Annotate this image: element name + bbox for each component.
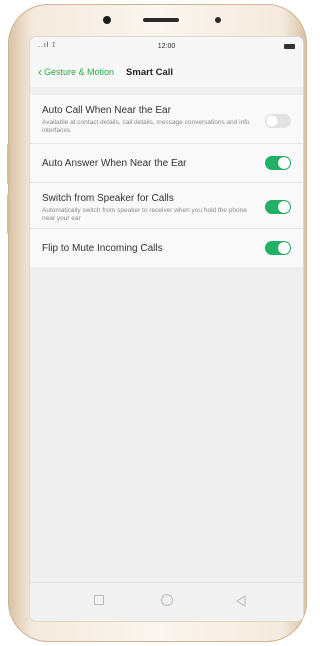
circle-icon[interactable] [161,594,173,606]
setting-auto-call[interactable]: Auto Call When Near the Ear Available at… [30,95,303,144]
setting-title: Switch from Speaker for Calls [42,193,174,204]
top-bezel [8,4,307,32]
battery-icon [284,44,295,49]
chevron-left-icon: ‹ [38,65,42,79]
earpiece-speaker [143,18,179,22]
status-time: 12:00 [157,43,176,50]
auto-call-toggle[interactable] [265,114,291,128]
toggle-knob [278,242,290,254]
settings-list: Auto Call When Near the Ear Available at… [30,95,303,267]
setting-flip-mute[interactable]: Flip to Mute Incoming Calls [30,229,303,267]
auto-answer-toggle[interactable] [265,156,291,170]
back-button[interactable]: ‹ Gesture & Motion [38,66,114,78]
volume-button [7,144,10,184]
power-button [7,194,10,234]
back-label: Gesture & Motion [44,67,115,77]
flip-mute-toggle[interactable] [265,241,291,255]
square-icon[interactable] [94,595,104,605]
toggle-knob [278,201,290,213]
setting-auto-answer[interactable]: Auto Answer When Near the Ear [30,144,303,183]
toggle-knob [266,115,278,127]
setting-title: Auto Call When Near the Ear [42,105,171,116]
setting-subtitle: Automatically switch from speaker to rec… [42,207,247,222]
setting-subtitle: Available at contact details, call detai… [42,119,250,134]
setting-switch-speaker[interactable]: Switch from Speaker for Calls Automatica… [30,183,303,229]
toggle-knob [278,157,290,169]
system-nav-bar [30,582,303,621]
front-camera [103,16,111,24]
phone-frame: ..ıl ⟟ 12:00 ‹ Gesture & Motion Smart Ca… [7,4,307,642]
screen: ..ıl ⟟ 12:00 ‹ Gesture & Motion Smart Ca… [30,37,303,621]
proximity-sensor [215,17,221,23]
status-bar: ..ıl ⟟ 12:00 [30,37,303,57]
page-title: Smart Call [126,66,174,78]
nav-bar: ‹ Gesture & Motion Smart Call [30,57,303,87]
setting-title: Auto Answer When Near the Ear [42,158,187,169]
triangle-back-icon[interactable] [236,594,246,612]
switch-speaker-toggle[interactable] [265,200,291,214]
setting-title: Flip to Mute Incoming Calls [42,243,163,254]
